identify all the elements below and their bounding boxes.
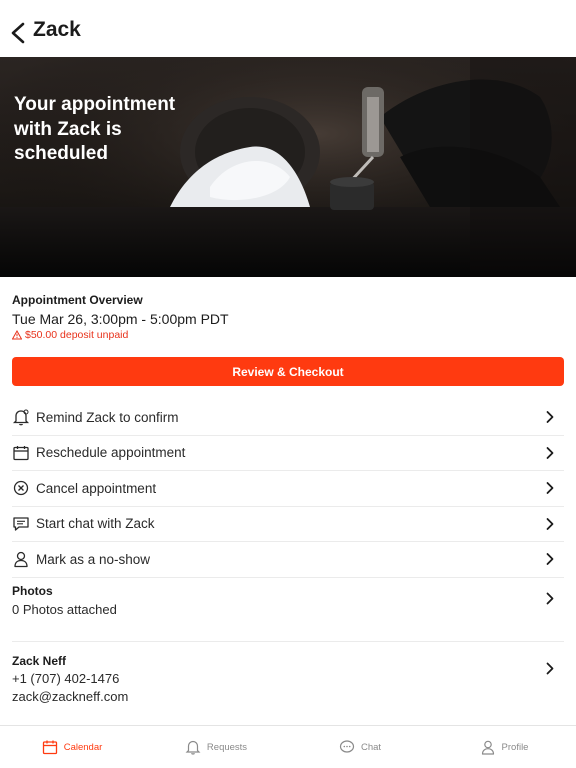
chevron-right-icon <box>546 482 554 495</box>
chat-icon <box>339 740 355 753</box>
calendar-icon <box>13 445 29 460</box>
action-list: Remind Zack to confirm Reschedule appoin… <box>12 400 564 578</box>
chevron-right-icon <box>546 446 554 459</box>
person-icon <box>14 552 28 568</box>
cancel-label: Cancel appointment <box>36 480 157 496</box>
no-show-action[interactable]: Mark as a no-show <box>12 542 564 578</box>
chevron-left-icon[interactable] <box>10 22 26 44</box>
calendar-icon <box>42 740 57 755</box>
deposit-warning: $50.00 deposit unpaid <box>12 329 564 341</box>
reschedule-label: Reschedule appointment <box>36 445 186 461</box>
hero-banner: Your appointment with Zack is scheduled <box>0 57 576 277</box>
client-email: zack@zackneff.com <box>12 689 129 704</box>
top-nav-bar: Zack <box>0 0 576 57</box>
tab-chat-label: Chat <box>360 741 382 753</box>
deposit-warning-text: $50.00 deposit unpaid <box>25 329 129 341</box>
warning-triangle-icon <box>12 330 22 340</box>
appointment-datetime: Tue Mar 26, 3:00pm - 5:00pm PDT <box>12 311 229 327</box>
remind-label: Remind Zack to confirm <box>36 409 179 425</box>
tab-chat[interactable]: Chat <box>288 726 432 768</box>
tab-profile-label: Profile <box>501 741 529 753</box>
bell-icon <box>12 409 30 426</box>
overview-label: Appointment Overview <box>12 293 143 307</box>
chat-label: Start chat with Zack <box>36 516 155 532</box>
chat-action[interactable]: Start chat with Zack <box>12 507 564 542</box>
client-contact[interactable]: Zack Neff +1 (707) 402-1476 zack@zacknef… <box>12 654 564 724</box>
remind-action[interactable]: Remind Zack to confirm <box>12 400 564 436</box>
tab-requests[interactable]: Requests <box>144 726 288 768</box>
cancel-circle-icon <box>13 481 29 496</box>
bottom-tab-bar: Calendar Requests Chat Profile <box>0 725 576 768</box>
chevron-right-icon <box>546 553 554 566</box>
bell-icon <box>185 740 201 755</box>
chevron-right-icon <box>546 662 554 675</box>
page-title: Zack <box>33 18 81 41</box>
photos-count: 0 Photos attached <box>12 602 117 617</box>
tab-profile[interactable]: Profile <box>432 726 576 768</box>
tab-requests-label: Requests <box>206 741 248 753</box>
hero-heading: Your appointment with Zack is scheduled <box>14 94 176 164</box>
appointment-overview: Appointment Overview Tue Mar 26, 3:00pm … <box>12 293 564 341</box>
client-name: Zack Neff <box>12 654 67 668</box>
chevron-right-icon <box>546 411 554 424</box>
tab-calendar[interactable]: Calendar <box>0 726 144 768</box>
chat-icon <box>13 517 29 531</box>
tab-calendar-label: Calendar <box>63 741 103 753</box>
chevron-right-icon <box>546 592 554 605</box>
chevron-right-icon <box>546 517 554 530</box>
photos-title: Photos <box>12 584 53 598</box>
person-icon <box>481 740 494 755</box>
no-show-label: Mark as a no-show <box>36 551 151 567</box>
cancel-action[interactable]: Cancel appointment <box>12 471 564 507</box>
client-phone: +1 (707) 402-1476 <box>12 671 120 686</box>
photos-section[interactable]: Photos 0 Photos attached <box>12 584 564 642</box>
review-checkout-button[interactable]: Review & Checkout <box>12 357 564 386</box>
reschedule-action[interactable]: Reschedule appointment <box>12 436 564 471</box>
tattoo-machine-photo <box>0 57 576 277</box>
